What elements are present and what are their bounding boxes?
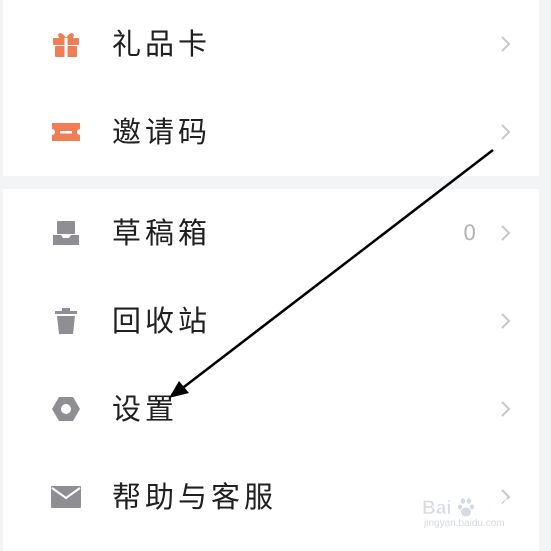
chevron-right-icon	[499, 122, 513, 142]
menu-item-settings[interactable]: 设置	[3, 365, 539, 453]
chevron-right-icon	[499, 311, 513, 331]
watermark-brand-suffix: 经验	[478, 498, 513, 519]
hexagon-settings-icon	[49, 394, 83, 424]
watermark-brand: Bai	[422, 498, 452, 519]
menu-item-drafts[interactable]: 草稿箱 0	[3, 189, 539, 277]
drafts-count-badge: 0	[463, 221, 477, 245]
baidu-jingyan-watermark: Bai 经验 jingyan.baidu.com	[420, 492, 524, 529]
menu-item-invite-code[interactable]: 邀请码	[3, 88, 539, 176]
menu-item-label: 设置	[112, 392, 179, 426]
menu-item-label: 草稿箱	[112, 216, 212, 250]
menu-item-label: 帮助与客服	[112, 480, 278, 514]
inbox-tray-icon	[49, 218, 83, 248]
menu-item-label: 邀请码	[112, 115, 212, 149]
menu-item-label: 礼品卡	[112, 27, 212, 61]
menu-group-top: 礼品卡 邀请码	[3, 0, 539, 176]
menu-item-recycle-bin[interactable]: 回收站	[3, 277, 539, 365]
menu-item-gift-card[interactable]: 礼品卡	[3, 0, 539, 88]
ticket-icon	[49, 117, 83, 147]
menu-item-label: 回收站	[112, 304, 212, 338]
chevron-right-icon	[499, 399, 513, 419]
trash-icon	[49, 306, 83, 336]
watermark-domain: jingyan.baidu.com	[423, 518, 505, 528]
envelope-icon	[49, 482, 83, 512]
settings-menu-screen: 礼品卡 邀请码 草稿箱 0 回收站 设置 帮助与客服 Bai 经验 jingya…	[0, 0, 551, 551]
chevron-right-icon	[499, 223, 513, 243]
chevron-right-icon	[499, 34, 513, 54]
gift-icon	[49, 29, 83, 59]
